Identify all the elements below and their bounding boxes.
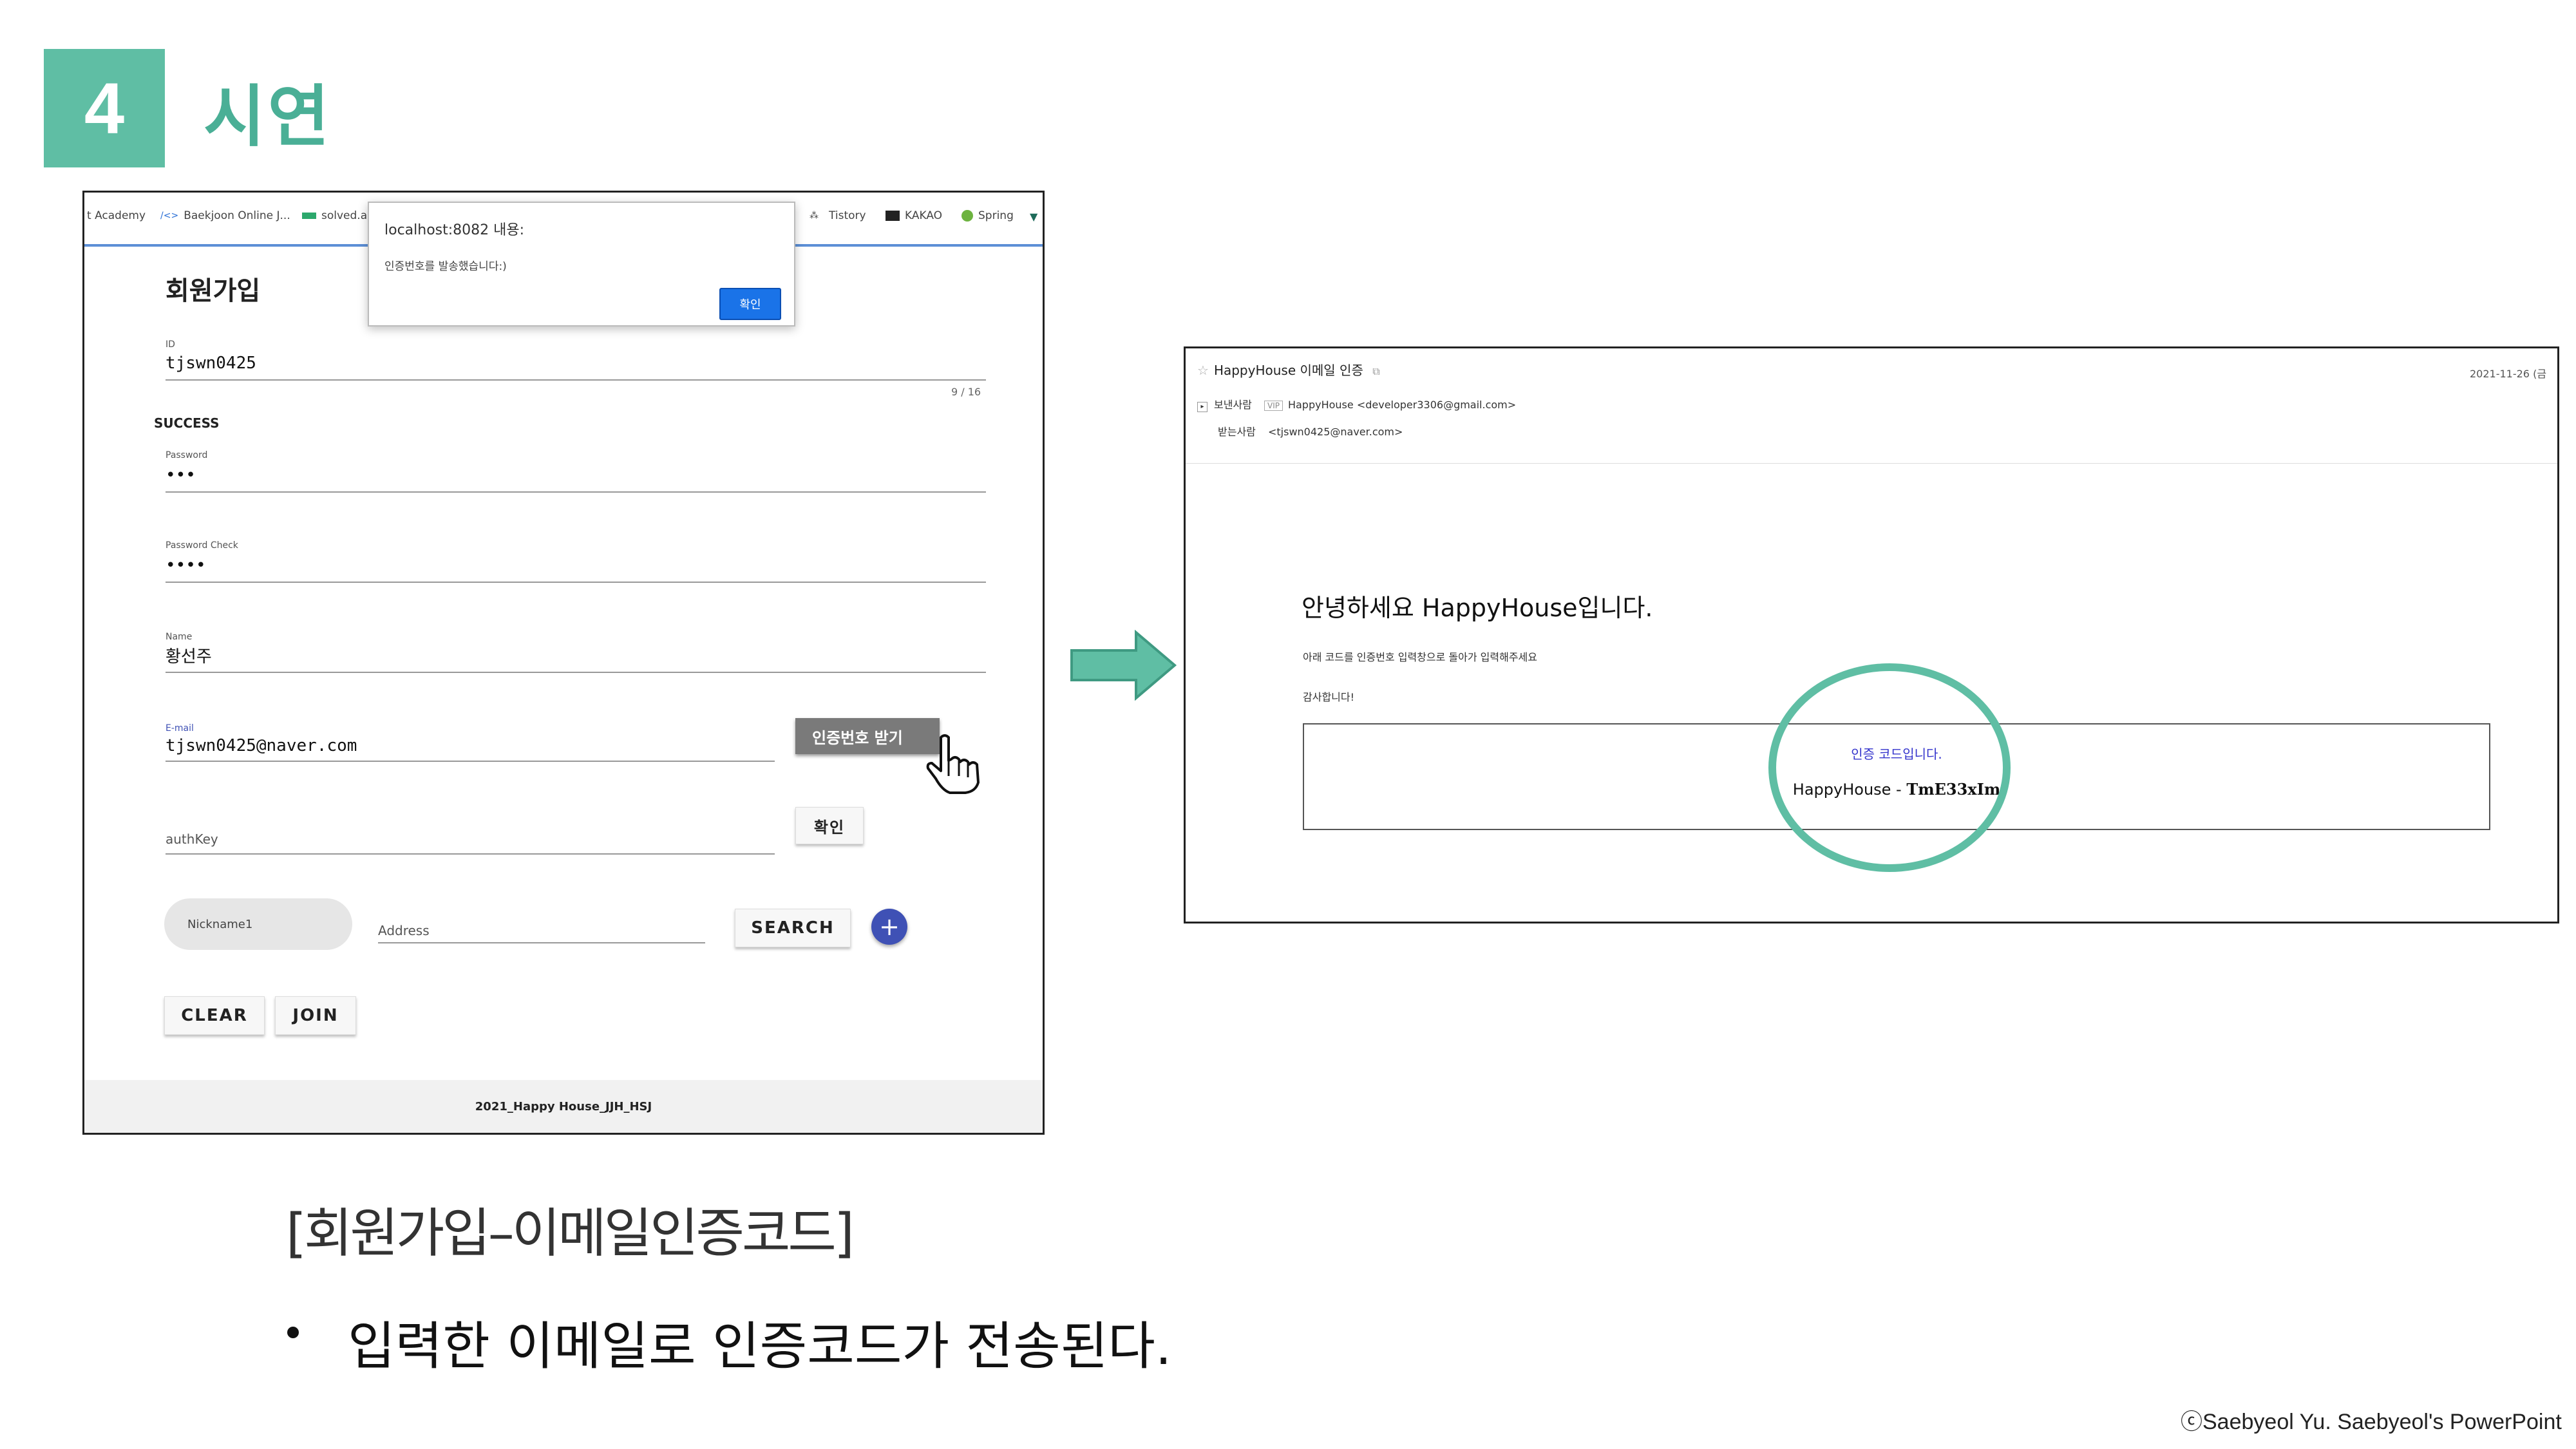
- address-underline: [378, 942, 705, 943]
- section-title: 시연: [204, 77, 332, 156]
- password-check-underline: [166, 582, 986, 583]
- star-icon[interactable]: ☆: [1197, 363, 1209, 378]
- vip-badge: VIP: [1264, 401, 1283, 411]
- page-footer: 2021_Happy House_JJH_HSJ: [84, 1080, 1043, 1133]
- sender-label: 보낸사람: [1214, 399, 1252, 411]
- password-underline: [166, 491, 986, 493]
- receiver-value[interactable]: <tjswn0425@naver.com>: [1268, 426, 1403, 438]
- bookmark-academy[interactable]: t Academy: [87, 209, 146, 222]
- id-check-status: SUCCESS: [154, 415, 220, 431]
- password-check-label: Password Check: [166, 540, 238, 551]
- alert-title: localhost:8082 내용:: [384, 222, 525, 238]
- password-label: Password: [166, 450, 208, 460]
- highlight-ring: [1768, 663, 2011, 872]
- nickname-input[interactable]: Nickname1: [164, 898, 352, 950]
- id-underline: [166, 379, 986, 381]
- kakao-icon: [886, 211, 900, 221]
- mail-thanks: 감사합니다!: [1303, 691, 1355, 703]
- section-number-badge: 4: [44, 49, 165, 167]
- receiver-label: 받는사람: [1218, 426, 1256, 438]
- name-input[interactable]: 황선주: [166, 643, 212, 667]
- expand-icon[interactable]: ▸: [1197, 402, 1208, 412]
- authkey-input[interactable]: authKey: [166, 831, 218, 847]
- mail-date: 2021-11-26 (금: [2470, 368, 2547, 380]
- bookmark-spring[interactable]: Spring: [961, 209, 1014, 222]
- tistory-icon: ⁂: [810, 211, 819, 221]
- spring-icon: [961, 210, 973, 222]
- popout-icon[interactable]: ⧉: [1372, 365, 1379, 377]
- bookmark-tistory[interactable]: ⁂ Tistory: [810, 209, 866, 222]
- mail-header-divider: [1186, 463, 2557, 464]
- name-label: Name: [166, 632, 193, 642]
- signup-screenshot: t Academy /<> Baekjoon Online J... solved…: [82, 191, 1045, 1135]
- mail-subject-row: ☆ HappyHouse 이메일 인증 ⧉: [1197, 360, 1380, 379]
- bookmark-baekjoon[interactable]: /<> Baekjoon Online J...: [160, 209, 290, 222]
- mail-instruction: 아래 코드를 인증번호 입력창으로 돌아가 입력해주세요: [1303, 651, 1537, 663]
- vue-icon[interactable]: ▼: [1030, 209, 1043, 223]
- bookmark-solved[interactable]: solved.a: [302, 209, 367, 222]
- add-button[interactable]: +: [871, 909, 907, 945]
- address-input[interactable]: Address: [378, 923, 430, 938]
- name-underline: [166, 672, 986, 673]
- mail-sender-row: ▸ 보낸사람 VIP HappyHouse <developer3306@gmail…: [1197, 396, 1516, 412]
- figure-caption: [회원가입–이메일인증코드]: [286, 1203, 855, 1264]
- mail-subject: HappyHouse 이메일 인증: [1213, 363, 1363, 378]
- id-input[interactable]: tjswn0425: [166, 354, 256, 373]
- email-underline: [166, 761, 775, 762]
- right-arrow-icon: [1069, 629, 1179, 703]
- alert-ok-button[interactable]: 확인: [719, 288, 781, 320]
- sender-value[interactable]: HappyHouse <developer3306@gmail.com>: [1288, 399, 1516, 411]
- email-label: E-mail: [166, 723, 194, 734]
- bookmark-kakao[interactable]: KAKAO: [886, 209, 942, 222]
- clear-button[interactable]: CLEAR: [164, 996, 265, 1035]
- address-search-button[interactable]: SEARCH: [735, 909, 851, 947]
- password-input[interactable]: •••: [166, 466, 196, 485]
- authkey-underline: [166, 853, 775, 855]
- email-input[interactable]: tjswn0425@naver.com: [166, 736, 357, 755]
- signup-title: 회원가입: [166, 276, 261, 306]
- alert-message: 인증번호를 발송했습니다:): [384, 260, 507, 273]
- mail-receiver-row: 받는사람 <tjswn0425@naver.com>: [1218, 423, 1403, 439]
- code-icon: /<>: [160, 211, 179, 221]
- send-code-button[interactable]: 인증번호 받기: [795, 718, 940, 754]
- bullet-text: 입력한 이메일로 인증코드가 전송된다.: [348, 1316, 1172, 1376]
- password-check-input[interactable]: ••••: [166, 556, 206, 575]
- solved-icon: [302, 213, 316, 219]
- confirm-code-button[interactable]: 확인: [795, 807, 864, 844]
- join-button[interactable]: JOIN: [275, 996, 356, 1035]
- copyright-notice: ⓒSaebyeol Yu. Saebyeol's PowerPoint: [2181, 1410, 2562, 1434]
- bullet-icon: [287, 1327, 299, 1338]
- mail-greeting: 안녕하세요 HappyHouse입니다.: [1302, 594, 1653, 622]
- hand-cursor-icon: [922, 731, 992, 798]
- id-label: ID: [166, 339, 175, 350]
- id-char-counter: 9 / 16: [951, 386, 981, 398]
- alert-dialog: localhost:8082 내용: 인증번호를 발송했습니다:) 확인: [368, 202, 795, 327]
